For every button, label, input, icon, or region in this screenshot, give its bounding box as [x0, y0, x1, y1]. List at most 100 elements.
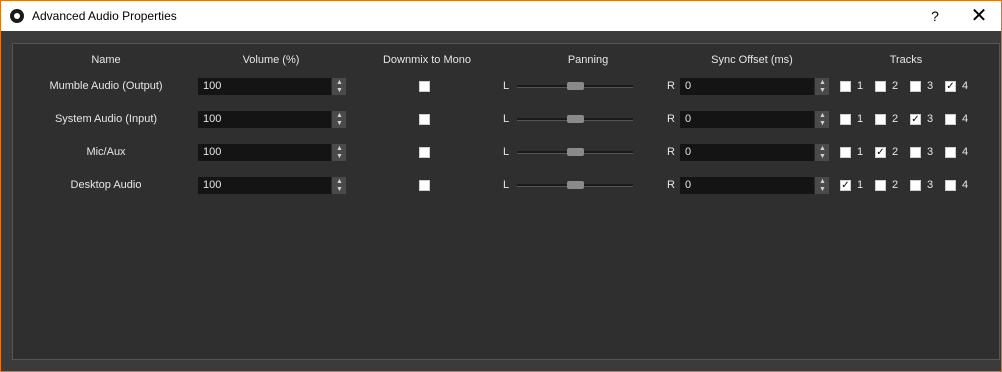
chevron-up-icon[interactable]: ▲: [335, 112, 344, 119]
advanced-audio-properties-window: Advanced Audio Properties ? ✕ Name Volum…: [1, 1, 1001, 371]
volume-value: 100: [203, 146, 222, 158]
pan-slider-handle[interactable]: [567, 115, 584, 123]
track-1-checkbox[interactable]: ✓: [840, 180, 851, 191]
track-1-label: 1: [857, 179, 864, 191]
header-tracks: Tracks: [889, 54, 923, 66]
source-name-label: Mic/Aux: [86, 146, 126, 158]
obs-app-icon: [10, 9, 24, 23]
chevron-down-icon[interactable]: ▼: [818, 87, 827, 94]
pan-right-label: R: [667, 113, 675, 125]
sync-offset-spinbox[interactable]: 0 ▲ ▼: [680, 177, 829, 194]
volume-spinbox[interactable]: 100 ▲ ▼: [198, 144, 346, 161]
sync-offset-spinbox[interactable]: 0 ▲ ▼: [680, 111, 829, 128]
pan-right-label: R: [667, 80, 675, 92]
chevron-up-icon[interactable]: ▲: [335, 178, 344, 185]
spin-arrows[interactable]: ▲ ▼: [331, 144, 346, 161]
sync-offset-value: 0: [685, 80, 692, 92]
chevron-down-icon[interactable]: ▼: [818, 186, 827, 193]
downmix-mono-checkbox[interactable]: [419, 81, 430, 92]
header-downmix: Downmix to Mono: [382, 54, 472, 66]
track-2-checkbox[interactable]: [875, 114, 886, 125]
close-button[interactable]: ✕: [957, 1, 1001, 31]
header-sync-offset: Sync Offset (ms): [711, 54, 793, 66]
source-name-label: Desktop Audio: [70, 179, 142, 191]
chevron-up-icon[interactable]: ▲: [818, 112, 827, 119]
track-4-checkbox[interactable]: ✓: [945, 81, 956, 92]
chevron-down-icon[interactable]: ▼: [818, 120, 827, 127]
spin-arrows[interactable]: ▲ ▼: [331, 78, 346, 95]
track-3-checkbox[interactable]: ✓: [910, 114, 921, 125]
title-bar: Advanced Audio Properties ? ✕: [1, 1, 1001, 31]
chevron-up-icon[interactable]: ▲: [335, 79, 344, 86]
sync-offset-value: 0: [685, 179, 692, 191]
volume-spinbox[interactable]: 100 ▲ ▼: [198, 177, 346, 194]
track-4-checkbox[interactable]: [945, 114, 956, 125]
track-3-checkbox[interactable]: [910, 180, 921, 191]
track-1-checkbox[interactable]: [840, 147, 851, 158]
pan-left-label: L: [503, 146, 510, 158]
volume-spinbox[interactable]: 100 ▲ ▼: [198, 78, 346, 95]
track-3-label: 3: [927, 179, 934, 191]
track-3-label: 3: [927, 113, 934, 125]
track-4-checkbox[interactable]: [945, 180, 956, 191]
pan-slider-handle[interactable]: [567, 181, 584, 189]
spin-arrows[interactable]: ▲ ▼: [814, 111, 829, 128]
track-2-checkbox[interactable]: [875, 81, 886, 92]
chevron-down-icon[interactable]: ▼: [335, 87, 344, 94]
track-2-checkbox[interactable]: [875, 180, 886, 191]
chevron-up-icon[interactable]: ▲: [818, 178, 827, 185]
source-name-label: Mumble Audio (Output): [49, 80, 163, 92]
sync-offset-value: 0: [685, 113, 692, 125]
track-1-label: 1: [857, 113, 864, 125]
spin-arrows[interactable]: ▲ ▼: [814, 177, 829, 194]
chevron-down-icon[interactable]: ▼: [335, 186, 344, 193]
pan-right-label: R: [667, 146, 675, 158]
volume-spinbox[interactable]: 100 ▲ ▼: [198, 111, 346, 128]
help-button[interactable]: ?: [915, 1, 955, 31]
track-2-checkbox[interactable]: ✓: [875, 147, 886, 158]
pan-left-label: L: [503, 80, 510, 92]
source-name-label: System Audio (Input): [54, 113, 158, 125]
pan-right-label: R: [667, 179, 675, 191]
chevron-up-icon[interactable]: ▲: [335, 145, 344, 152]
track-2-label: 2: [892, 113, 899, 125]
sync-offset-spinbox[interactable]: 0 ▲ ▼: [680, 78, 829, 95]
track-4-checkbox[interactable]: [945, 147, 956, 158]
sync-offset-value: 0: [685, 146, 692, 158]
track-4-label: 4: [962, 113, 969, 125]
chevron-up-icon[interactable]: ▲: [818, 79, 827, 86]
sync-offset-spinbox[interactable]: 0 ▲ ▼: [680, 144, 829, 161]
window-title: Advanced Audio Properties: [32, 9, 177, 23]
track-1-checkbox[interactable]: [840, 81, 851, 92]
volume-value: 100: [203, 80, 222, 92]
spin-arrows[interactable]: ▲ ▼: [331, 177, 346, 194]
spin-arrows[interactable]: ▲ ▼: [814, 144, 829, 161]
track-1-label: 1: [857, 146, 864, 158]
track-2-label: 2: [892, 146, 899, 158]
pan-slider-handle[interactable]: [567, 148, 584, 156]
track-3-checkbox[interactable]: [910, 147, 921, 158]
track-4-label: 4: [962, 146, 969, 158]
downmix-mono-checkbox[interactable]: [419, 180, 430, 191]
header-panning: Panning: [567, 54, 609, 66]
spin-arrows[interactable]: ▲ ▼: [331, 111, 346, 128]
track-1-label: 1: [857, 80, 864, 92]
track-1-checkbox[interactable]: [840, 114, 851, 125]
track-3-label: 3: [927, 80, 934, 92]
chevron-down-icon[interactable]: ▼: [335, 120, 344, 127]
pan-left-label: L: [503, 113, 510, 125]
track-4-label: 4: [962, 179, 969, 191]
pan-slider-handle[interactable]: [567, 82, 584, 90]
chevron-down-icon[interactable]: ▼: [335, 153, 344, 160]
downmix-mono-checkbox[interactable]: [419, 114, 430, 125]
chevron-down-icon[interactable]: ▼: [818, 153, 827, 160]
track-2-label: 2: [892, 80, 899, 92]
track-3-checkbox[interactable]: [910, 81, 921, 92]
chevron-up-icon[interactable]: ▲: [818, 145, 827, 152]
track-3-label: 3: [927, 146, 934, 158]
volume-value: 100: [203, 179, 222, 191]
spin-arrows[interactable]: ▲ ▼: [814, 78, 829, 95]
track-4-label: 4: [962, 80, 969, 92]
pan-left-label: L: [503, 179, 510, 191]
downmix-mono-checkbox[interactable]: [419, 147, 430, 158]
